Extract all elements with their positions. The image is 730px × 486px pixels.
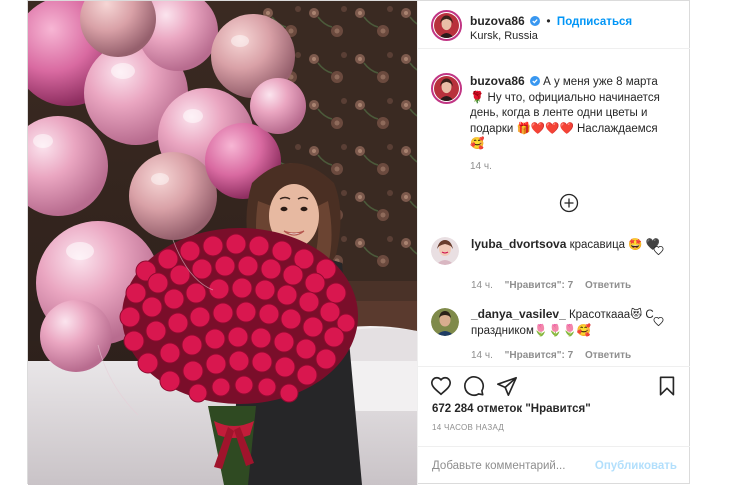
bookmark-icon[interactable] [656, 375, 678, 397]
verified-badge-icon [529, 76, 540, 86]
comment-username[interactable]: _danya_vasilev_ [471, 307, 566, 321]
comment-time[interactable]: 14 ч. [471, 350, 493, 361]
author-avatar[interactable] [431, 10, 462, 41]
avatar-image [434, 76, 459, 101]
author-username[interactable]: buzova86 [470, 14, 525, 28]
comment-username[interactable]: lyuba_dvortsova [471, 237, 566, 251]
likes-count[interactable]: 672 284 отметок "Нравится" [432, 403, 591, 415]
caption-body: buzova86 А у меня уже 8 марта 🌹 Ну что, … [470, 74, 670, 153]
comment-likes[interactable]: "Нравится": 7 [505, 350, 574, 361]
comment-likes[interactable]: "Нравится": 7 [505, 280, 574, 291]
commenter-avatar[interactable] [431, 308, 459, 336]
share-icon[interactable] [496, 375, 518, 397]
instagram-post: buzova86 • Подписаться Kursk, Russia buz… [27, 0, 690, 485]
commenter-avatar[interactable] [431, 237, 459, 265]
follow-button[interactable]: Подписаться [557, 16, 632, 28]
comment-text-block: lyuba_dvortsova красавица 🤩 🖤 [471, 237, 671, 254]
comment-like-heart-icon[interactable] [653, 245, 664, 256]
caption-time[interactable]: 14 ч. [470, 161, 492, 172]
comment-reply-button[interactable]: Ответить [585, 280, 631, 291]
posted-time[interactable]: 14 ЧАСОВ НАЗАД [432, 423, 504, 432]
avatar-image [431, 308, 459, 336]
comment-icon[interactable] [463, 375, 485, 397]
caption-author-avatar[interactable] [431, 73, 462, 104]
comment-text-block: _danya_vasilev_ Красоткааа😻 С праздником… [471, 307, 671, 339]
comment-time[interactable]: 14 ч. [471, 280, 493, 291]
verified-badge-icon [530, 16, 541, 26]
post-photo[interactable] [28, 1, 417, 485]
publish-button[interactable]: Опубликовать [595, 460, 677, 472]
comment-input[interactable]: Добавьте комментарий... [432, 460, 565, 472]
post-header: buzova86 • Подписаться Kursk, Russia [418, 1, 690, 49]
comment-meta: 14 ч. "Нравится": 7 Ответить [471, 350, 640, 361]
post-location[interactable]: Kursk, Russia [470, 30, 538, 42]
post-side-panel: buzova86 • Подписаться Kursk, Russia buz… [417, 1, 690, 485]
comment-reply-button[interactable]: Ответить [585, 350, 631, 361]
avatar-image [431, 237, 459, 265]
comment-text: красавица 🤩 🖤 [569, 239, 661, 251]
header-separator: • [546, 14, 551, 28]
heart-icon[interactable] [430, 375, 452, 397]
avatar-image [434, 13, 459, 38]
comment-like-heart-icon[interactable] [653, 316, 664, 327]
add-comment-bar: Добавьте комментарий... Опубликовать [418, 446, 690, 486]
post-actions-section: 672 284 отметок "Нравится" 14 ЧАСОВ НАЗА… [418, 366, 690, 486]
comment-meta: 14 ч. "Нравится": 7 Ответить [471, 280, 640, 291]
load-more-plus-icon[interactable] [559, 193, 579, 213]
photo-illustration [28, 1, 417, 485]
caption-username[interactable]: buzova86 [470, 74, 525, 88]
header-top-line: buzova86 • Подписаться [470, 14, 632, 28]
